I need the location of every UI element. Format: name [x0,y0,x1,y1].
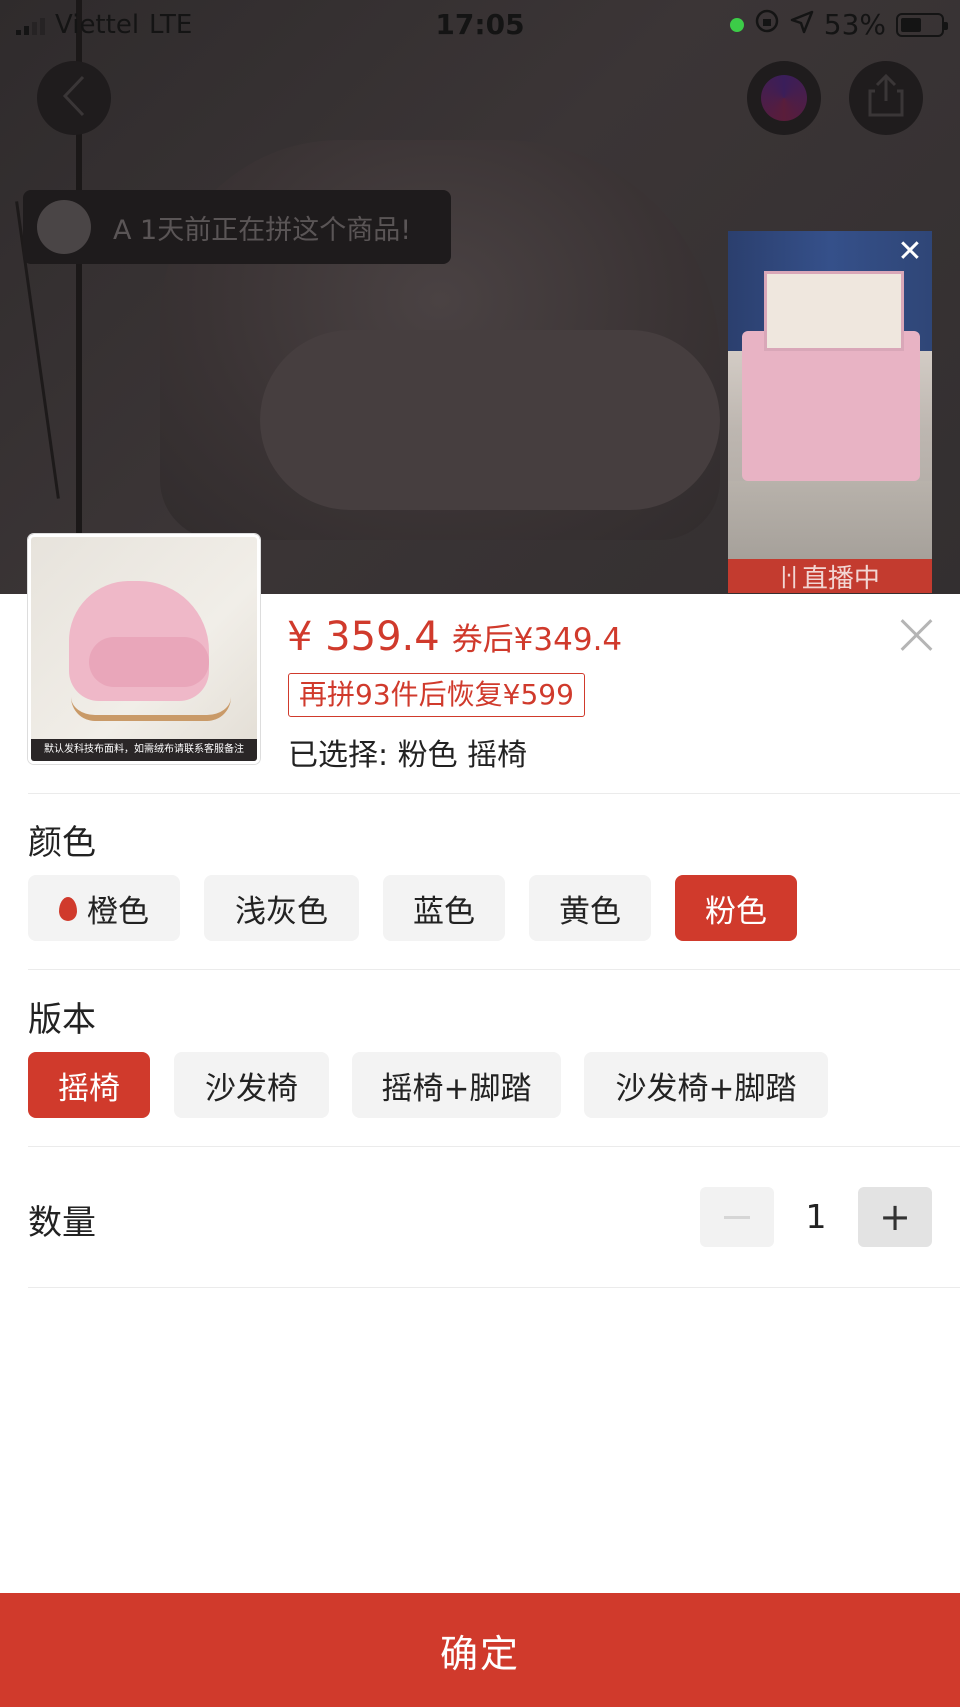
live-wave-icon: |·| [780,563,798,589]
live-video-desk [742,331,920,481]
battery-icon [896,12,948,37]
shop-logo-icon [761,75,807,121]
battery-level [901,17,921,32]
chevron-left-icon [57,73,91,123]
battery-percent: 53% [823,8,886,41]
option-label: 沙发椅 [205,1070,298,1107]
divider [28,1146,960,1147]
divider [28,793,960,794]
rotation-lock-icon [754,8,780,41]
thumb-chair-cushion [89,637,209,687]
status-bar: Viettel LTE 17:05 53% [0,0,960,48]
notice-text: A 1天前正在拼这个商品! [113,214,412,246]
quantity-value[interactable]: 1 [774,1187,858,1247]
close-sheet-button[interactable] [898,616,936,654]
color-option-pink[interactable]: 粉色 [675,875,797,941]
price-restore-tag: 再拼93件后恢复¥599 [288,673,585,717]
status-indicators: 53% [729,8,948,41]
coupon-price: 券后¥349.4 [451,622,623,658]
option-label: 摇椅 [58,1070,120,1107]
close-icon[interactable]: ✕ [894,237,926,269]
live-label: 直播中 [801,563,880,594]
option-label: 粉色 [705,893,767,930]
live-badge: |·| 直播中 [728,559,932,593]
color-section-title: 颜色 [28,823,96,863]
quantity-increase-button[interactable]: + [858,1187,932,1247]
share-icon [866,73,906,123]
option-label: 橙色 [87,893,149,930]
version-option-sofa-chair-footrest[interactable]: 沙发椅+脚踏 [584,1052,828,1118]
divider [28,1287,960,1288]
quantity-label: 数量 [28,1203,96,1243]
product-thumbnail[interactable]: 默认发科技布面料，如需绒布请联系客服备注 [28,534,260,764]
thumb-caption: 默认发科技布面料，如需绒布请联系客服备注 [31,739,257,761]
group-buy-notice: A 1天前正在拼这个商品! [23,190,451,264]
confirm-button[interactable]: 确定 [0,1593,960,1707]
version-option-rocking-chair[interactable]: 摇椅 [28,1052,150,1118]
option-label: 蓝色 [413,893,475,930]
option-label: 沙发椅+脚踏 [615,1070,797,1107]
option-label: 黄色 [559,893,621,930]
color-option-orange[interactable]: 橙色 [28,875,180,941]
camera-in-use-icon [729,17,744,32]
version-section-title: 版本 [28,1000,96,1040]
price: ¥ 359.4 [287,614,440,660]
divider [28,969,960,970]
color-option-yellow[interactable]: 黄色 [529,875,651,941]
minus-icon [724,1215,750,1219]
version-option-rocking-chair-footrest[interactable]: 摇椅+脚踏 [352,1052,561,1118]
location-icon [790,8,814,41]
color-option-blue[interactable]: 蓝色 [383,875,505,941]
live-video-shelf [764,271,904,351]
selected-summary: 已选择: 粉色 摇椅 [288,738,528,773]
quantity-decrease-button[interactable] [700,1187,774,1247]
option-label: 摇椅+脚踏 [381,1070,532,1107]
avatar [37,200,91,254]
color-option-light-gray[interactable]: 浅灰色 [204,875,359,941]
option-label: 浅灰色 [235,893,328,930]
version-option-sofa-chair[interactable]: 沙发椅 [174,1052,329,1118]
flame-icon [59,897,77,921]
thumb-chair-rocker [71,697,231,721]
shop-avatar-button[interactable] [747,61,821,135]
plus-icon: + [879,1195,911,1239]
price-row: ¥ 359.4 券后¥349.4 [287,614,622,660]
live-stream-preview[interactable]: ✕ |·| 直播中 [728,231,932,593]
share-button[interactable] [849,61,923,135]
chair-cushion [260,330,720,510]
back-button[interactable] [37,61,111,135]
